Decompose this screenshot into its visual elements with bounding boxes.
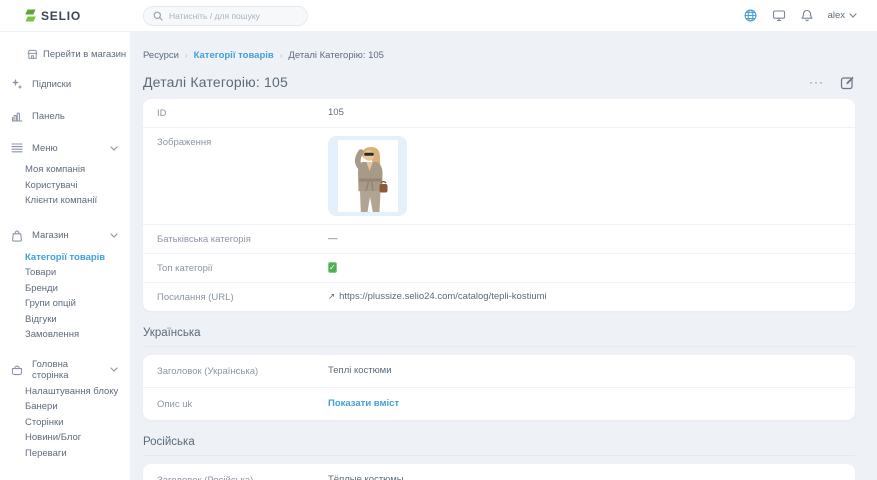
section-title-ukrainian: Українська [143,327,855,347]
detail-row-url: Посилання (URL) ↗ https://plussize.selio… [143,283,855,311]
bar-chart-icon [10,110,24,122]
app-header: SELIO [0,0,877,32]
bell-icon[interactable] [801,9,813,22]
row-label: Батьківська категорія [157,233,328,245]
section-title-russian: Російська [143,436,855,456]
ukrainian-section-card: Заголовок (Українська) Теплі костюми Опи… [143,355,855,420]
shopping-bag-icon [10,230,24,242]
monitor-icon[interactable] [772,9,786,22]
globe-icon[interactable] [744,9,757,22]
url-text: https://plussize.selio24.com/catalog/tep… [339,291,547,302]
row-value: 105 [328,107,344,118]
sidebar-item-orders[interactable]: Замовлення [25,327,130,343]
sidebar-item-brands[interactable]: Бренди [25,281,130,297]
menu-lines-icon [10,143,24,153]
sidebar-item-pages[interactable]: Сторінки [25,415,130,431]
sidebar-group-menu[interactable]: Меню [0,134,130,162]
row-label: ID [157,107,328,119]
sidebar-item-subscriptions[interactable]: Підписки [0,70,130,98]
row-value: Теплі костюми [328,365,392,376]
sidebar-item-label: Панель [32,111,118,122]
sidebar-item-reviews[interactable]: Відгуки [25,312,130,328]
store-link-label: Перейти в магазин [43,49,126,60]
logo-text: SELIO [41,9,81,23]
more-icon[interactable]: ··· [809,77,824,87]
sidebar-group-label: Магазин [32,230,102,241]
category-photo [338,140,398,212]
sidebar-item-block-settings[interactable]: Налаштування блоку [25,384,130,400]
user-name: alex [828,10,845,21]
row-label: Опис uk [157,398,328,410]
row-label: Зображення [157,136,328,148]
storefront-icon [27,49,38,60]
header-actions: alex [744,9,877,22]
sidebar-submenu: Налаштування блоку Банери Сторінки Новин… [0,384,130,462]
detail-row-top-category: Топ категорії ✓ [143,254,855,283]
category-details-card: ID 105 Зображення [143,99,855,311]
sidebar-item-banners[interactable]: Банери [25,399,130,415]
sidebar-item-company-clients[interactable]: Клієнти компанії [25,193,130,209]
search-icon [153,11,163,21]
sidebar-item-product-categories[interactable]: Категорії товарів [25,250,130,266]
category-url-link[interactable]: ↗ https://plussize.selio24.com/catalog/t… [328,291,547,302]
user-menu[interactable]: alex [828,10,857,21]
sidebar-item-news-blog[interactable]: Новини/Блог [25,430,130,446]
sidebar-group-homepage[interactable]: Головна сторінка [0,356,130,384]
sidebar-item-panel[interactable]: Панель [0,102,130,130]
sidebar-item-users[interactable]: Користувачі [25,178,130,194]
sparkles-icon [10,78,24,90]
selio-logo-icon [24,9,37,22]
sidebar-group-label: Головна сторінка [32,359,102,381]
logo[interactable]: SELIO [0,9,130,23]
show-content-link-uk[interactable]: Показати вміст [328,398,399,409]
row-label: Заголовок (Російська) [157,474,328,480]
sidebar-group-label: Меню [32,143,102,154]
search-input[interactable] [169,11,298,21]
sidebar-item-my-company[interactable]: Моя компанія [25,162,130,178]
detail-row-description-uk: Опис uk Показати вміст [143,388,855,420]
sidebar-item-products[interactable]: Товари [25,265,130,281]
sidebar-store-link[interactable]: Перейти в магазин [0,32,130,66]
breadcrumb-separator: › [280,51,283,60]
detail-row-title-ru: Заголовок (Російська) Тёплые костюмы [143,464,855,480]
detail-row-image: Зображення [143,128,855,225]
detail-row-title-uk: Заголовок (Українська) Теплі костюми [143,355,855,388]
row-label: Заголовок (Українська) [157,365,328,377]
category-image[interactable] [328,136,407,216]
edit-icon[interactable] [840,75,855,90]
breadcrumb: Ресурси › Категорії товарів › Деталі Кат… [143,50,855,61]
external-link-icon: ↗ [328,291,335,302]
sidebar-item-benefits[interactable]: Переваги [25,446,130,462]
detail-row-parent-category: Батьківська категорія — [143,225,855,254]
main-content: Ресурси › Категорії товарів › Деталі Кат… [130,0,877,480]
page-header: Деталі Категорію: 105 ··· [143,74,855,90]
row-value: — [328,233,338,244]
breadcrumb-separator: › [185,51,188,60]
sidebar-item-label: Підписки [32,79,118,90]
page-title: Деталі Категорію: 105 [143,74,288,90]
chevron-down-icon [849,13,857,18]
detail-row-id: ID 105 [143,99,855,128]
breadcrumb-current: Деталі Категорію: 105 [288,50,384,61]
sidebar-item-option-groups[interactable]: Групи опцій [25,296,130,312]
page-actions: ··· [809,75,855,90]
sidebar-submenu: Категорії товарів Товари Бренди Групи оп… [0,250,130,343]
breadcrumb-categories-link[interactable]: Категорії товарів [194,50,274,61]
chevron-down-icon [110,367,118,372]
sidebar-group-shop[interactable]: Магазин [0,222,130,250]
basket-icon [10,364,24,376]
chevron-down-icon [110,146,118,151]
row-value: Тёплые костюмы [328,474,404,480]
global-search[interactable] [143,6,308,26]
row-label: Топ категорії [157,262,328,274]
sidebar-group-settings[interactable]: Налаштування [0,474,130,480]
top-category-checkbox[interactable]: ✓ [328,262,337,273]
russian-section-card: Заголовок (Російська) Тёплые костюмы Опи… [143,464,855,480]
breadcrumb-resources[interactable]: Ресурси [143,50,179,61]
chevron-down-icon [110,233,118,238]
sidebar: Перейти в магазин Підписки Панель [0,32,130,480]
sidebar-submenu: Моя компанія Користувачі Клієнти компані… [0,162,130,209]
row-label: Посилання (URL) [157,291,328,303]
